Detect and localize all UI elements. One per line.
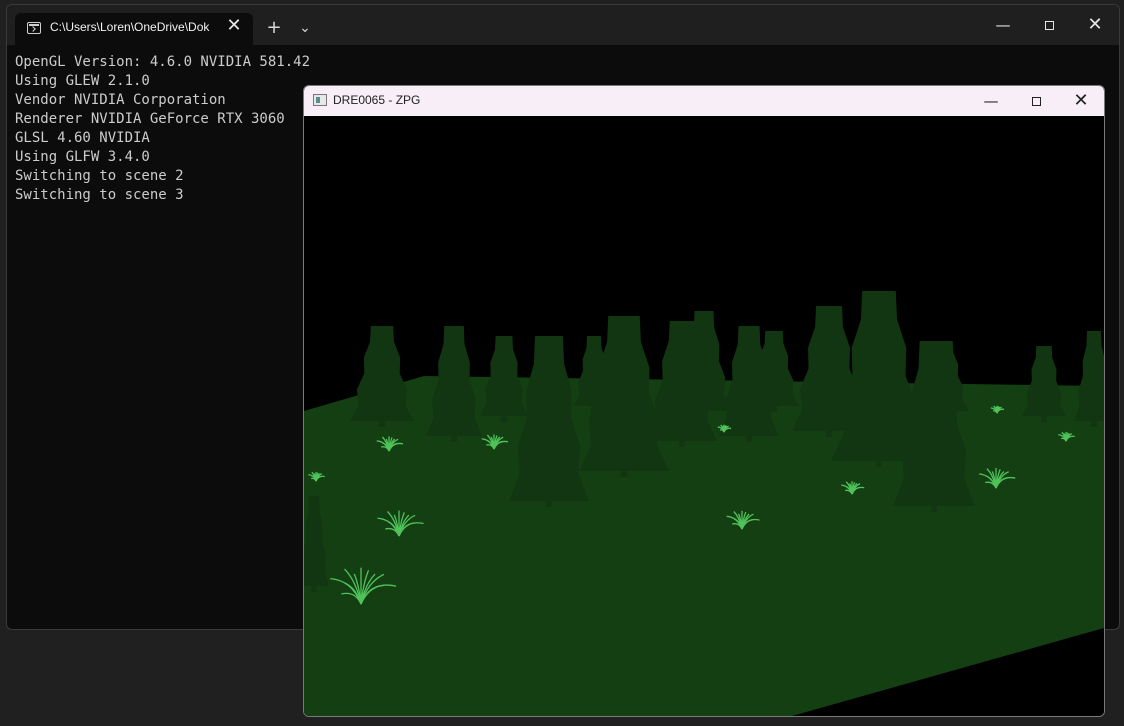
- tree-trunk: [451, 430, 457, 442]
- app-window-icon: [313, 94, 327, 106]
- tree-trunk: [546, 495, 552, 507]
- terminal-titlebar[interactable]: C:\Users\Loren\OneDrive\Dok ✕ + ⌄ — ✕: [7, 5, 1119, 45]
- gl-close-button[interactable]: ✕: [1061, 89, 1101, 113]
- gl-maximize-button[interactable]: [1016, 89, 1056, 113]
- tree-trunk: [311, 580, 317, 592]
- tree-trunk: [941, 405, 947, 417]
- tab-close-button[interactable]: ✕: [225, 17, 243, 35]
- terminal-maximize-button[interactable]: [1029, 13, 1069, 37]
- tree-trunk: [701, 405, 707, 417]
- tree-trunk: [931, 500, 937, 512]
- tree-trunk: [876, 455, 882, 467]
- new-tab-button[interactable]: +: [263, 17, 285, 39]
- terminal-line: OpenGL Version: 4.6.0 NVIDIA 581.42: [15, 54, 311, 70]
- maximize-icon: [1044, 21, 1054, 30]
- tree-trunk: [746, 430, 752, 442]
- opengl-titlebar[interactable]: DRE0065 - ZPG — ✕: [304, 86, 1104, 116]
- tree-trunk: [679, 435, 685, 447]
- tree-trunk: [379, 415, 385, 427]
- terminal-minimize-button[interactable]: —: [983, 13, 1023, 37]
- tab-title: C:\Users\Loren\OneDrive\Dok: [50, 20, 210, 34]
- terminal-tab[interactable]: C:\Users\Loren\OneDrive\Dok ✕: [15, 13, 253, 45]
- window-title: DRE0065 - ZPG: [333, 93, 421, 107]
- tree-trunk: [621, 465, 627, 477]
- tree-trunk: [1041, 410, 1047, 422]
- render-viewport[interactable]: [304, 116, 1104, 716]
- opengl-window: DRE0065 - ZPG — ✕: [303, 85, 1105, 717]
- tree-trunk: [501, 410, 507, 422]
- maximize-icon: [1031, 97, 1041, 106]
- console-icon: [27, 22, 41, 34]
- tab-dropdown-button[interactable]: ⌄: [295, 17, 315, 39]
- tree-trunk: [771, 400, 777, 412]
- gl-minimize-button[interactable]: —: [971, 89, 1011, 113]
- tree-trunk: [1091, 415, 1097, 427]
- terminal-close-button[interactable]: ✕: [1075, 13, 1115, 37]
- tree-trunk: [826, 425, 832, 437]
